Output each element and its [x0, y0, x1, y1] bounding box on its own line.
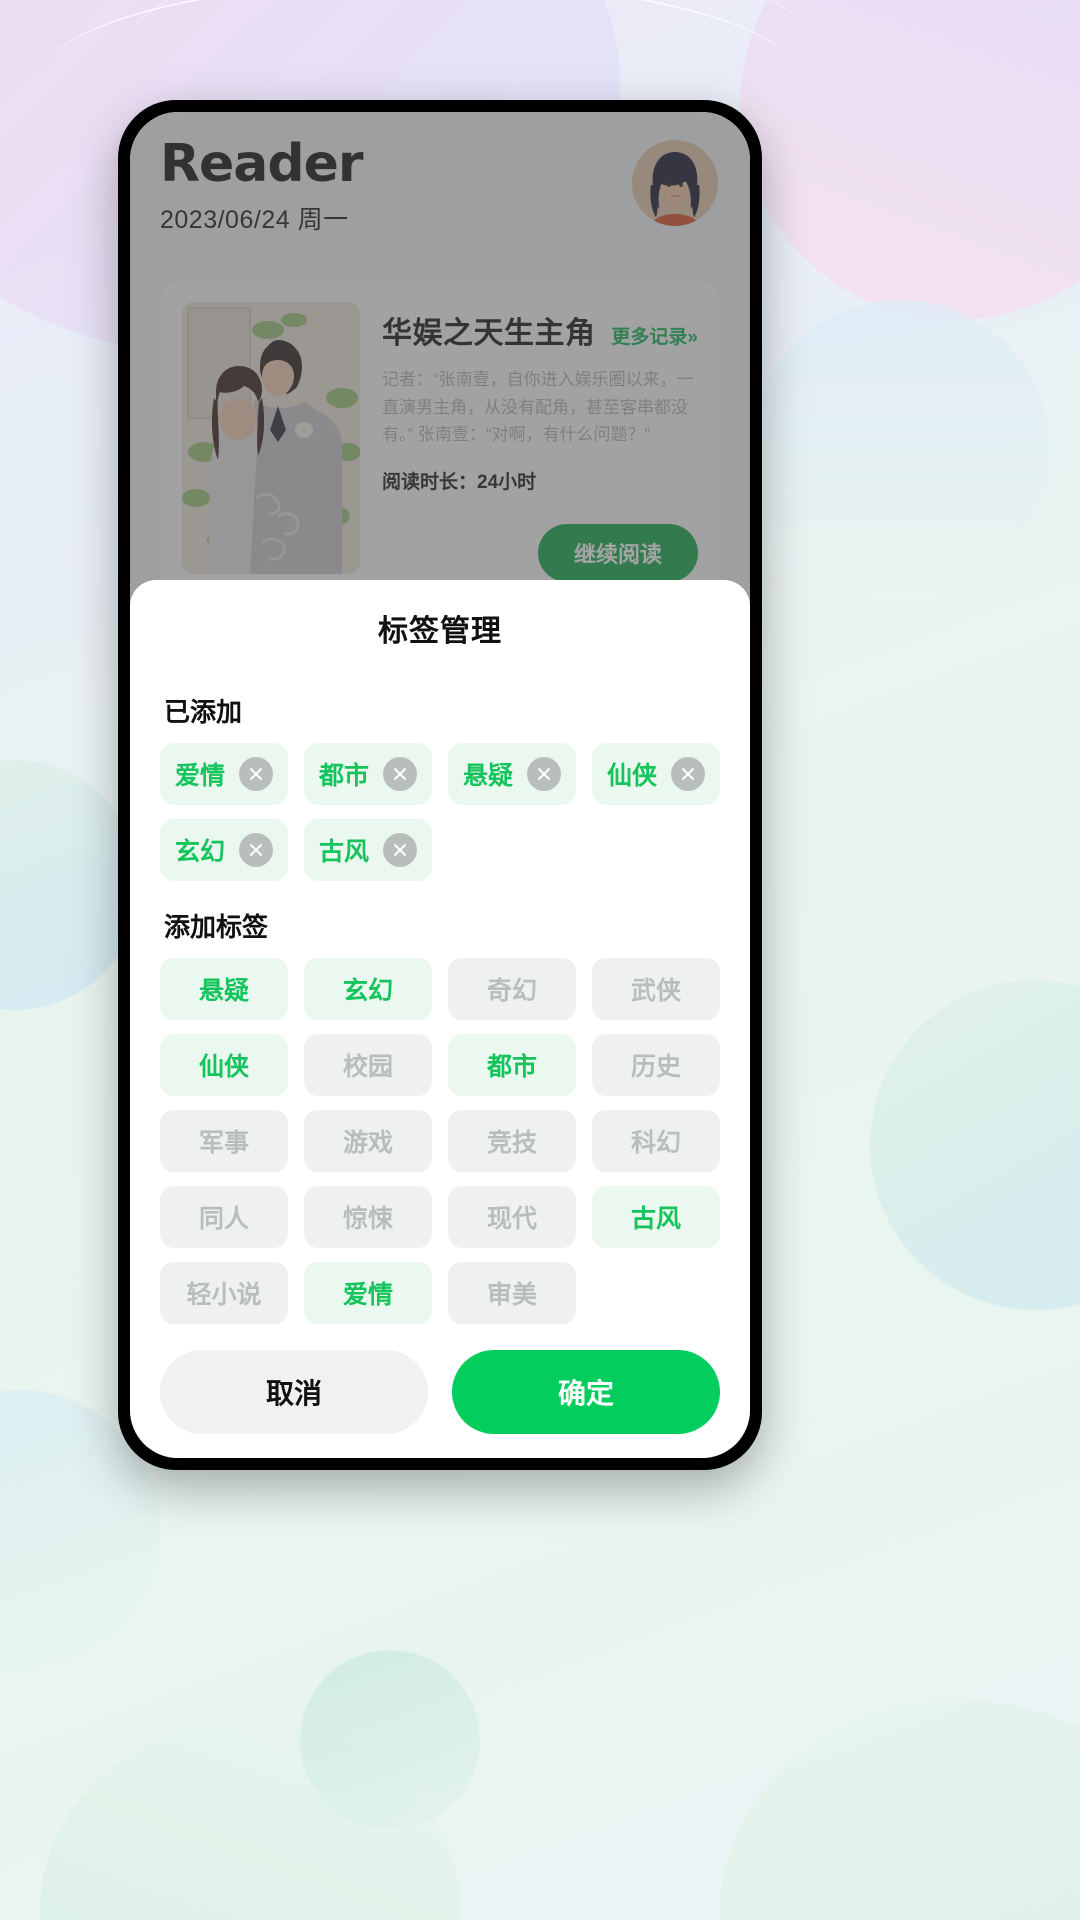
- available-tag-label: 历史: [630, 1053, 681, 1081]
- background-blob: [870, 980, 1080, 1310]
- available-tag-label: 玄幻: [342, 977, 393, 1005]
- available-tag-label: 同人: [198, 1205, 249, 1233]
- available-tag-chip[interactable]: 都市: [448, 1034, 576, 1096]
- available-tag-label: 惊悚: [342, 1205, 393, 1233]
- available-tag-label: 校园: [342, 1053, 393, 1081]
- added-tag-label: 古风: [318, 838, 369, 866]
- added-tag-label: 悬疑: [462, 762, 513, 790]
- background-arc: [120, 0, 820, 80]
- available-tag-label: 游戏: [342, 1129, 393, 1157]
- added-tag-label: 爱情: [174, 762, 225, 790]
- available-tag-label: 轻小说: [186, 1281, 262, 1309]
- available-tag-label: 科幻: [630, 1129, 681, 1157]
- available-tag-chip[interactable]: 现代: [448, 1186, 576, 1248]
- available-tag-label: 仙侠: [198, 1053, 249, 1081]
- available-tag-label: 都市: [486, 1053, 537, 1081]
- added-tag-chip[interactable]: 爱情: [160, 743, 288, 805]
- available-tag-chip[interactable]: 竞技: [448, 1110, 576, 1172]
- added-tag-chip[interactable]: 仙侠: [592, 743, 720, 805]
- tag-management-sheet: 标签管理 已添加 爱情 都市 悬疑 仙侠 玄幻 古风 添加标签 悬疑 玄幻 奇幻 武侠 仙侠 校园都…: [130, 580, 750, 1458]
- available-tag-label: 爱情: [342, 1281, 393, 1309]
- available-tag-chip[interactable]: 爱情: [304, 1262, 432, 1324]
- close-icon[interactable]: [383, 757, 417, 791]
- added-tag-label: 玄幻: [174, 838, 225, 866]
- added-tag-chip[interactable]: 悬疑: [448, 743, 576, 805]
- add-section-label: 添加标签: [164, 912, 269, 942]
- close-icon[interactable]: [239, 833, 273, 867]
- added-tag-chip[interactable]: 都市: [304, 743, 432, 805]
- available-tag-chip[interactable]: 悬疑: [160, 958, 288, 1020]
- available-tag-chip[interactable]: 科幻: [592, 1110, 720, 1172]
- available-tag-label: 悬疑: [198, 977, 249, 1005]
- available-tag-chip[interactable]: 历史: [592, 1034, 720, 1096]
- added-tags-grid: 爱情 都市 悬疑 仙侠玄幻 古风: [160, 743, 720, 881]
- available-tag-label: 武侠: [630, 977, 681, 1005]
- available-tag-chip[interactable]: 轻小说: [160, 1262, 288, 1324]
- phone-screen: Reader 2023/06/24 周一: [130, 112, 750, 1458]
- added-tag-chip[interactable]: 古风: [304, 819, 432, 881]
- close-icon[interactable]: [527, 757, 561, 791]
- available-tag-label: 军事: [198, 1129, 249, 1157]
- background-blob: [720, 1700, 1080, 1920]
- available-tag-chip[interactable]: 奇幻: [448, 958, 576, 1020]
- available-tag-label: 竞技: [486, 1129, 537, 1157]
- added-tag-chip[interactable]: 玄幻: [160, 819, 288, 881]
- available-tag-label: 审美: [486, 1281, 537, 1309]
- available-tag-chip[interactable]: 校园: [304, 1034, 432, 1096]
- added-section-label: 已添加: [164, 697, 243, 727]
- available-tags-grid: 悬疑 玄幻 奇幻 武侠仙侠 校园 都市 历史军事 游戏 竞技 科幻同人 惊悚 现代 古风轻小说 爱情 审美: [160, 958, 720, 1324]
- available-tag-chip[interactable]: 玄幻: [304, 958, 432, 1020]
- available-tag-chip[interactable]: 仙侠: [160, 1034, 288, 1096]
- close-icon[interactable]: [239, 757, 273, 791]
- sheet-title: 标签管理: [378, 615, 502, 648]
- confirm-button[interactable]: 确定: [452, 1350, 720, 1434]
- available-tag-chip[interactable]: 游戏: [304, 1110, 432, 1172]
- available-tag-label: 古风: [630, 1205, 681, 1233]
- available-tag-chip[interactable]: 武侠: [592, 958, 720, 1020]
- available-tag-chip[interactable]: 审美: [448, 1262, 576, 1324]
- available-tag-chip[interactable]: 同人: [160, 1186, 288, 1248]
- available-tag-chip[interactable]: 惊悚: [304, 1186, 432, 1248]
- available-tag-chip[interactable]: 军事: [160, 1110, 288, 1172]
- background-blob: [750, 300, 1050, 600]
- available-tag-label: 现代: [486, 1205, 537, 1233]
- cancel-button[interactable]: 取消: [160, 1350, 428, 1434]
- background-blob: [300, 1650, 480, 1830]
- added-tag-label: 仙侠: [606, 762, 657, 790]
- close-icon[interactable]: [671, 757, 705, 791]
- close-icon[interactable]: [383, 833, 417, 867]
- available-tag-chip[interactable]: 古风: [592, 1186, 720, 1248]
- sheet-actions: 取消 确定: [160, 1324, 720, 1458]
- added-tag-label: 都市: [318, 762, 369, 790]
- phone-frame: Reader 2023/06/24 周一: [118, 100, 762, 1470]
- available-tag-label: 奇幻: [486, 977, 537, 1005]
